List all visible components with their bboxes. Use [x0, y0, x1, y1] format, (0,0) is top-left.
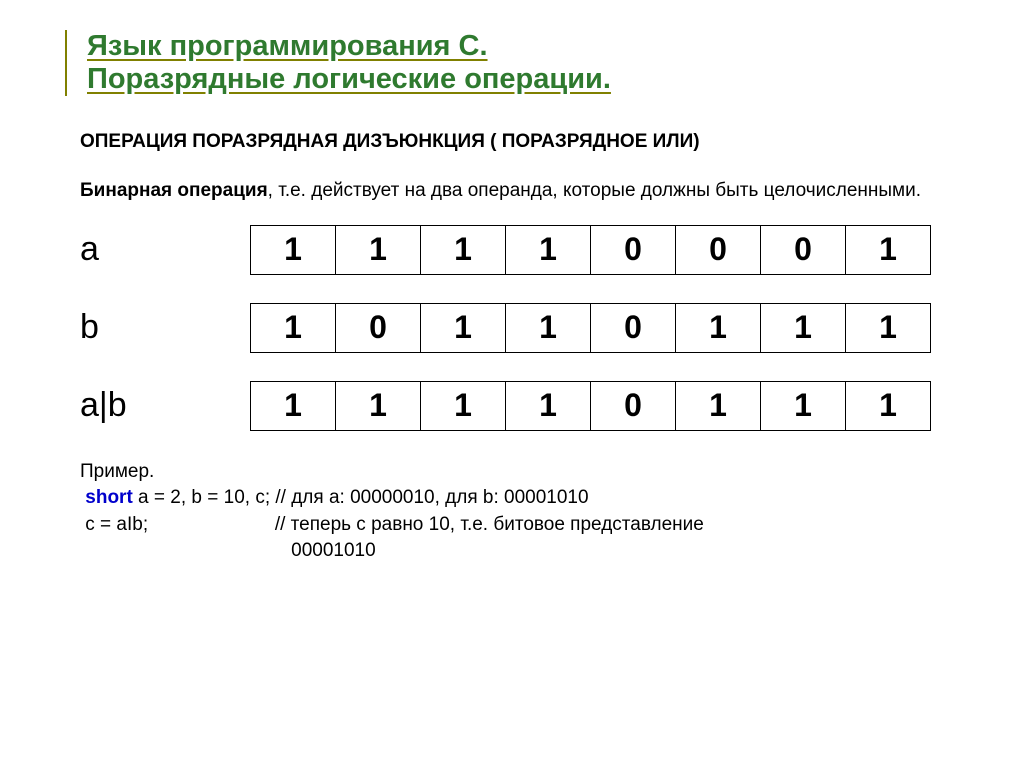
- desc-rest: , т.е. действует на два операнда, которы…: [268, 180, 921, 201]
- bit-cell: 1: [420, 303, 506, 353]
- bit-cell: 1: [505, 303, 591, 353]
- code-line-2: c = aIb; // теперь c равно 10, т.е. бито…: [80, 512, 964, 539]
- bit-row-b: b 1 0 1 1 0 1 1 1: [80, 303, 964, 353]
- bits-a: 1 1 1 1 0 0 0 1: [250, 225, 931, 275]
- label-a: a: [80, 230, 250, 269]
- bit-cell: 1: [505, 225, 591, 275]
- bit-cell: 1: [420, 381, 506, 431]
- bit-cell: 1: [845, 303, 931, 353]
- keyword-short: short: [85, 487, 133, 508]
- bit-cell: 1: [420, 225, 506, 275]
- bit-cell: 1: [845, 225, 931, 275]
- bit-cell: 1: [760, 303, 846, 353]
- bit-cell: 1: [675, 381, 761, 431]
- label-b: b: [80, 308, 250, 347]
- slide: Язык программирования С. Поразрядные лог…: [0, 0, 1024, 585]
- code-text: a = 2, b = 10, c; // для a: 00000010, дл…: [133, 487, 589, 508]
- desc-bold: Бинарная операция: [80, 180, 268, 201]
- bit-cell: 1: [505, 381, 591, 431]
- title-line-1: Язык программирования С.: [87, 30, 964, 63]
- example-block: Пример. short a = 2, b = 10, c; // для a…: [80, 459, 964, 565]
- bit-cell: 1: [845, 381, 931, 431]
- title-block: Язык программирования С. Поразрядные лог…: [65, 30, 964, 96]
- bit-cell: 1: [335, 381, 421, 431]
- operation-description: Бинарная операция, т.е. действует на два…: [80, 178, 964, 205]
- bit-cell: 0: [590, 225, 676, 275]
- bit-cell: 0: [590, 303, 676, 353]
- bit-cell: 1: [250, 225, 336, 275]
- bit-cell: 0: [760, 225, 846, 275]
- bit-cell: 1: [760, 381, 846, 431]
- bit-cell: 1: [675, 303, 761, 353]
- bit-row-ab: a|b 1 1 1 1 0 1 1 1: [80, 381, 964, 431]
- code-line-3: 00001010: [80, 538, 964, 565]
- title-line-2: Поразрядные логические операции.: [87, 63, 964, 96]
- example-label: Пример.: [80, 459, 964, 486]
- code-line-1: short a = 2, b = 10, c; // для a: 000000…: [80, 485, 964, 512]
- bits-ab: 1 1 1 1 0 1 1 1: [250, 381, 931, 431]
- bit-cell: 1: [335, 225, 421, 275]
- bits-b: 1 0 1 1 0 1 1 1: [250, 303, 931, 353]
- bit-cell: 0: [335, 303, 421, 353]
- bit-cell: 1: [250, 381, 336, 431]
- bit-row-a: a 1 1 1 1 0 0 0 1: [80, 225, 964, 275]
- label-ab: a|b: [80, 386, 250, 425]
- operation-subtitle: ОПЕРАЦИЯ ПОРАЗРЯДНАЯ ДИЗЪЮНКЦИЯ ( ПОРАЗР…: [80, 131, 964, 153]
- bit-cell: 1: [250, 303, 336, 353]
- bit-cell: 0: [675, 225, 761, 275]
- bit-cell: 0: [590, 381, 676, 431]
